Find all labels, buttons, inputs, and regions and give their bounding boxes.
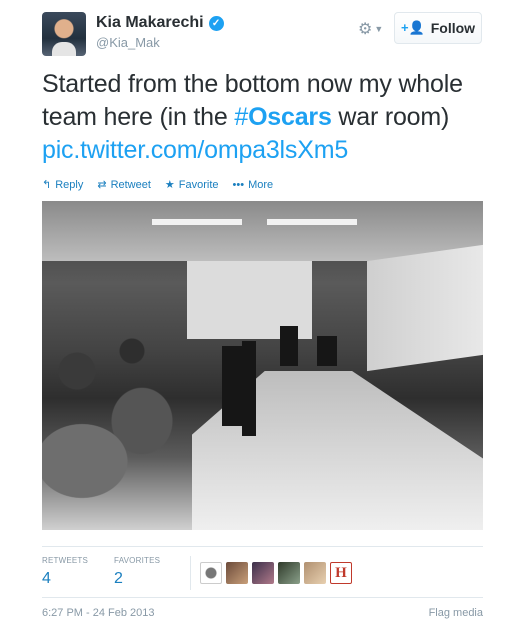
media-link[interactable]: pic.twitter.com/ompa3lsXm5 (42, 136, 348, 164)
retweets-label: RETWEETS (42, 556, 89, 565)
retweet-button[interactable]: ⇄ Retweet (97, 178, 151, 192)
photo-monitor (280, 326, 298, 366)
photo-people (42, 331, 242, 530)
follow-label: Follow (430, 20, 476, 36)
retweets-count: 4 (42, 570, 51, 587)
favorites-stat[interactable]: FAVORITES 2 (114, 556, 160, 588)
chevron-down-icon: ▼ (374, 24, 384, 34)
user-handle[interactable]: @Kia_Mak (96, 35, 160, 50)
favorite-button[interactable]: ★ Favorite (164, 178, 219, 192)
retweet-label: Retweet (110, 178, 151, 191)
gear-icon: ⚙ (358, 21, 373, 38)
tweet-text: Started from the bottom now my whole tea… (42, 68, 487, 167)
add-user-icon: +👤 (400, 20, 425, 35)
favorites-label: FAVORITES (114, 556, 161, 565)
photo-monitor (222, 346, 244, 426)
tweet-timestamp[interactable]: 6:27 PM - 24 Feb 2013 (42, 607, 155, 619)
divider (190, 556, 191, 590)
favoriter-avatar[interactable]: H (330, 562, 352, 584)
tweet-actions: ↰ Reply ⇄ Retweet ★ Favorite ••• More (42, 178, 274, 192)
tweet-photo[interactable] (42, 201, 483, 530)
photo-whiteboard (367, 244, 483, 372)
gear-menu-button[interactable]: ⚙ ▼ (358, 19, 383, 39)
tweet-stats: RETWEETS 4 FAVORITES 2 (42, 556, 160, 588)
favoriter-avatar[interactable] (278, 562, 300, 584)
user-fullname[interactable]: Kia Makarechi (96, 14, 204, 32)
favoriter-avatar[interactable] (304, 562, 326, 584)
photo-monitor (317, 336, 337, 366)
star-icon: ★ (164, 179, 175, 191)
favorites-count: 2 (114, 570, 123, 587)
hashtag-link[interactable]: #Oscars (234, 103, 332, 131)
name-row: Kia Makarechi ✓ (96, 14, 224, 32)
more-label: More (248, 178, 274, 191)
favoriter-avatars: H (200, 562, 352, 584)
photo-ceiling (42, 201, 483, 261)
tweet-text-part: war room) (331, 103, 450, 131)
photo-light (152, 219, 242, 225)
favoriter-avatar[interactable] (252, 562, 274, 584)
follow-button[interactable]: +👤 Follow (394, 12, 482, 44)
photo-light (267, 219, 357, 225)
hashtag-word: Oscars (248, 103, 332, 131)
reply-button[interactable]: ↰ Reply (42, 178, 84, 192)
retweets-stat[interactable]: RETWEETS 4 (42, 556, 88, 588)
ellipsis-icon: ••• (232, 178, 245, 191)
reply-label: Reply (55, 178, 84, 191)
favoriter-avatar[interactable] (226, 562, 248, 584)
more-button[interactable]: ••• More (233, 178, 274, 191)
tweet-header: Kia Makarechi ✓ @Kia_Mak ⚙ ▼ +👤 Follow (42, 12, 482, 56)
reply-icon: ↰ (42, 179, 52, 191)
photo-monitor (242, 341, 256, 436)
favorite-label: Favorite (178, 178, 219, 191)
divider (42, 546, 483, 547)
hashtag-symbol: # (234, 103, 249, 131)
verified-icon: ✓ (208, 15, 224, 31)
flag-media-link[interactable]: Flag media (429, 607, 483, 619)
divider (42, 597, 483, 598)
avatar[interactable] (42, 12, 86, 56)
favoriter-avatar[interactable] (200, 562, 222, 584)
retweet-icon: ⇄ (97, 179, 107, 191)
